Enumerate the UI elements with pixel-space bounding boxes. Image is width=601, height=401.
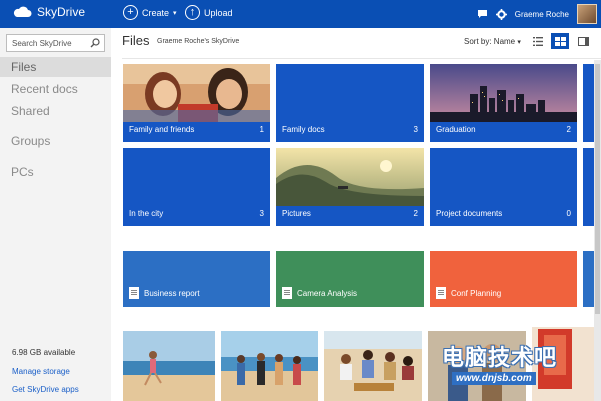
doc-tile-partial[interactable] [583,251,594,307]
grid-view-icon [554,36,566,46]
sidebar-item-label: PCs [11,165,34,179]
sidebar-item-label: Shared [11,104,50,118]
sort-dropdown[interactable]: Sort by: Name ▾ [464,37,521,46]
user-area: Graeme Roche [477,4,597,24]
cloud-icon [13,6,32,17]
search-input[interactable]: Search SkyDrive [6,34,105,52]
wave-photo-thumbnail [276,148,424,206]
sidebar-item-files[interactable]: Files [0,57,111,77]
folder-count: 2 [413,209,418,218]
doc-tile-camera-analysis[interactable]: Camera Analysis [276,251,424,307]
page-title: Files [122,33,150,48]
doc-label: Conf Planning [436,287,501,299]
sidebar-item-label: Groups [11,134,51,148]
chat-icon[interactable] [477,9,488,19]
upload-arrow-icon: ↑ [185,5,200,20]
group-beach-photo-thumbnail [221,331,318,401]
folder-count: 2 [566,125,571,134]
doc-name: Conf Planning [451,288,502,298]
thumbnail-view-button[interactable] [551,33,569,49]
chevron-down-icon: ▾ [173,9,177,17]
doc-tile-conf-planning[interactable]: Conf Planning [430,251,577,307]
search-icon[interactable] [90,38,100,48]
folder-tile-pictures[interactable]: Pictures 2 [276,148,424,226]
details-pane-icon [577,36,589,46]
plus-icon: + [123,5,138,20]
sidebar-item-label: Files [11,60,37,74]
breadcrumb[interactable]: Graeme Roche's SkyDrive [157,38,239,45]
photo-tile-3[interactable] [324,331,422,401]
folder-tile-in-the-city[interactable]: In the city 3 [123,148,270,226]
excel-doc-icon [282,287,292,299]
header-divider [122,58,601,59]
folder-tile-partial-2[interactable] [583,148,594,226]
city-skyline-thumbnail [430,64,577,122]
folder-name: Family docs [282,125,325,134]
sidebar: Search SkyDrive Files Recent docs Shared… [0,28,111,401]
search-placeholder: Search SkyDrive [12,38,72,48]
family-photo-thumbnail [123,64,270,122]
folder-count: 0 [566,209,571,218]
avatar[interactable] [577,4,597,24]
doc-label: Business report [129,287,200,299]
folder-tile-graduation[interactable]: Graduation 2 [430,64,577,142]
folder-tile-family-docs[interactable]: Family docs 3 [276,64,424,142]
list-view-icon [533,36,543,46]
sidebar-item-shared[interactable]: Shared [0,101,111,121]
folder-tile-partial[interactable] [583,64,594,142]
doc-label: Camera Analysis [282,287,357,299]
photo-tile-1[interactable] [123,331,215,401]
folder-name: Family and friends [129,125,195,134]
beach-photo-thumbnail [123,331,215,401]
doc-tile-business-report[interactable]: Business report [123,251,270,307]
folder-count: 3 [413,125,418,134]
user-name[interactable]: Graeme Roche [515,10,569,19]
manage-storage-link[interactable]: Manage storage [12,367,70,376]
create-button[interactable]: + Create ▾ [123,5,177,20]
upload-button[interactable]: ↑ Upload [185,5,233,20]
get-apps-link[interactable]: Get SkyDrive apps [12,385,79,394]
sort-label: Sort by: Name [464,37,516,46]
folder-name: Project documents [436,209,503,218]
watermark-text: 电脑技术吧 [442,345,558,370]
storage-available: 6.98 GB available [12,348,76,357]
folder-name: In the city [129,209,164,218]
chevron-down-icon: ▾ [517,39,521,46]
sidebar-item-label: Recent docs [11,82,78,96]
sidebar-item-groups[interactable]: Groups [0,131,111,151]
details-pane-button[interactable] [574,33,592,49]
brand-name: SkyDrive [37,5,86,19]
top-bar: SkyDrive + Create ▾ ↑ Upload Graeme Roch… [0,0,601,28]
sidebar-item-recent-docs[interactable]: Recent docs [0,79,111,99]
folder-count: 1 [259,125,264,134]
folder-tile-project-documents[interactable]: Project documents 0 [430,148,577,226]
upload-label: Upload [204,7,233,18]
folder-name: Pictures [282,209,311,218]
sidebar-item-pcs[interactable]: PCs [0,162,111,182]
photo-tile-2[interactable] [221,331,318,401]
word-doc-icon [129,287,139,299]
powerpoint-doc-icon [436,287,446,299]
list-view-button[interactable] [529,33,547,49]
folder-count: 3 [259,209,264,218]
doc-name: Camera Analysis [297,288,358,298]
doc-name: Business report [144,288,200,298]
folder-name: Graduation [436,125,476,134]
skydrive-logo[interactable]: SkyDrive [12,5,85,19]
folder-tile-family-and-friends[interactable]: Family and friends 1 [123,64,270,142]
watermark-url: www.dnjsb.com [452,372,536,385]
scrollbar-thumb[interactable] [595,64,600,314]
gear-icon[interactable] [495,8,507,20]
picnic-photo-thumbnail [324,331,422,401]
create-label: Create [142,7,170,18]
